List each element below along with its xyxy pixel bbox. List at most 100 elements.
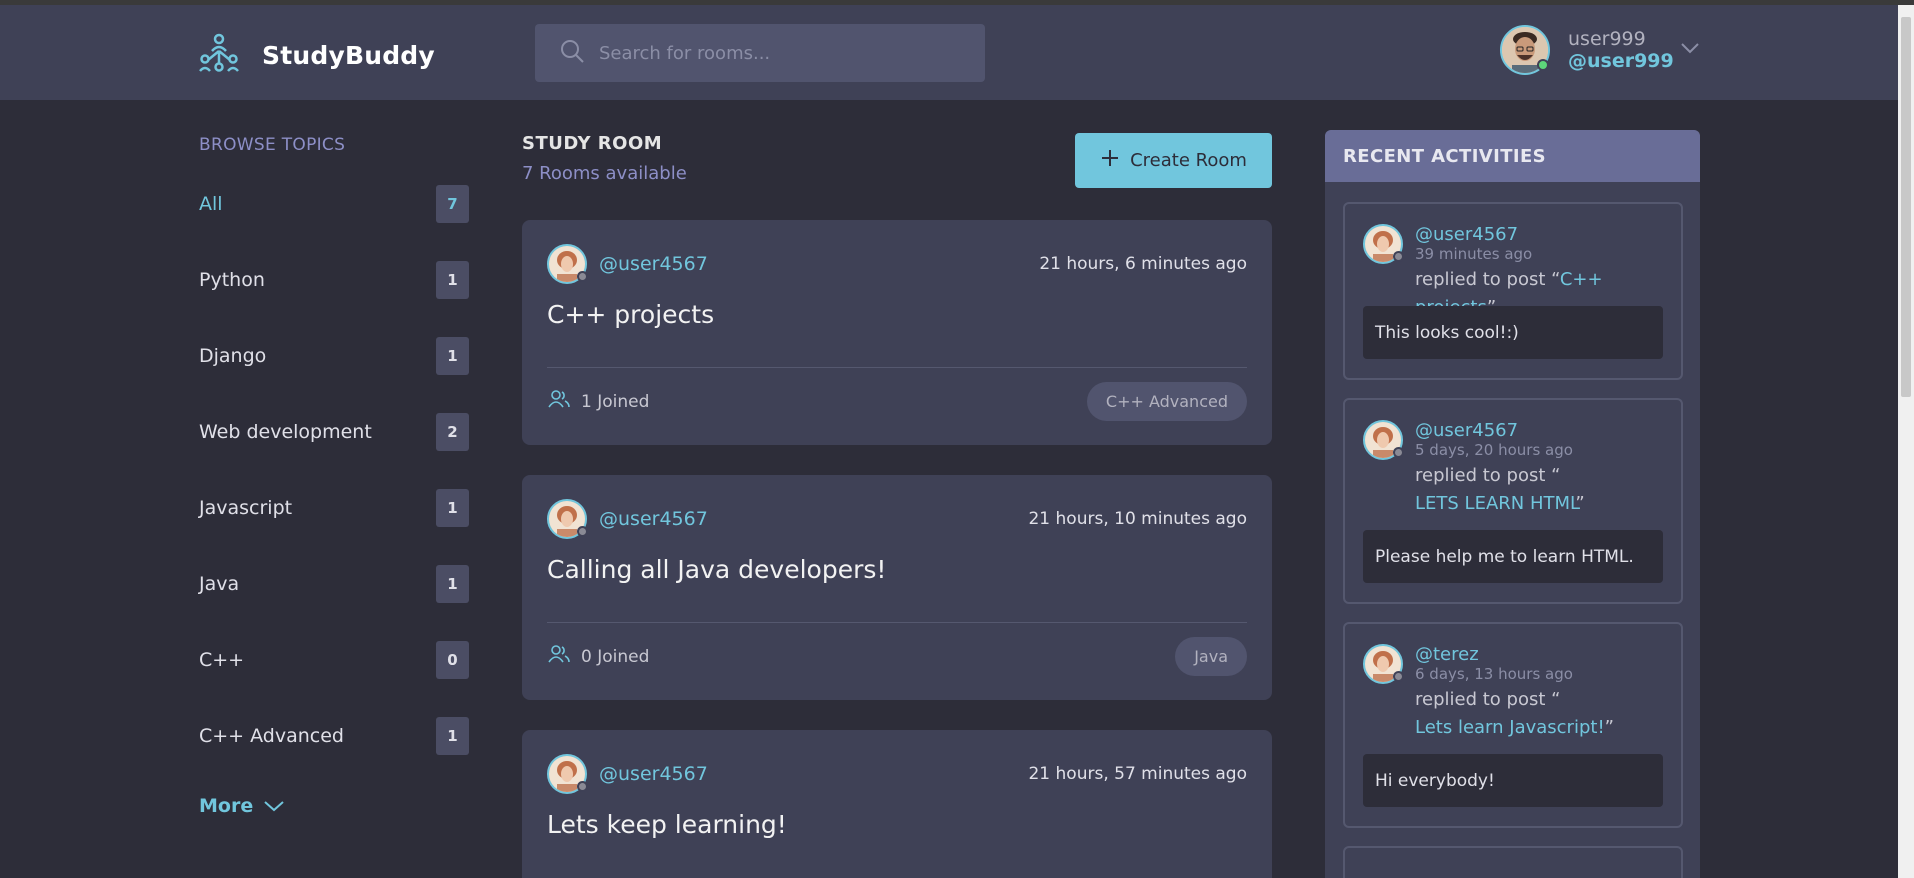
avatar[interactable]	[547, 244, 588, 284]
status-dot	[1393, 447, 1404, 458]
room-title[interactable]: Lets keep learning!	[547, 810, 787, 839]
room-author[interactable]: @user4567	[599, 253, 708, 275]
recent-activities-panel: RECENT ACTIVITIES @user4567 39 minutes a…	[1325, 130, 1700, 878]
topic-label: Django	[199, 345, 267, 367]
search-input[interactable]: Search for rooms...	[535, 24, 985, 82]
online-status-dot	[1537, 59, 1549, 71]
logo[interactable]: StudyBuddy	[198, 33, 435, 77]
room-card[interactable]: @user4567 21 hours, 57 minutes ago Lets …	[522, 730, 1272, 878]
joined-count: 1 Joined	[581, 391, 650, 412]
activity-item	[1343, 846, 1683, 878]
divider	[547, 367, 1247, 368]
divider	[547, 622, 1247, 623]
search-placeholder: Search for rooms...	[599, 42, 771, 64]
people-network-icon	[198, 33, 240, 77]
topic-count: 1	[436, 261, 469, 299]
rooms-count: 7 Rooms available	[522, 163, 687, 184]
activity-post-link[interactable]: LETS LEARN HTML	[1415, 493, 1575, 514]
user-handle: @user999	[1568, 50, 1674, 72]
plus-icon	[1100, 148, 1120, 173]
room-author[interactable]: @user4567	[599, 763, 708, 785]
topic-item-web-development[interactable]: Web development 2	[199, 413, 469, 451]
status-dot	[577, 781, 588, 792]
status-dot	[1393, 251, 1404, 262]
avatar[interactable]	[1363, 224, 1404, 264]
room-title[interactable]: Calling all Java developers!	[547, 555, 886, 584]
topic-count: 1	[436, 337, 469, 375]
activity-action: replied to post “	[1415, 465, 1561, 486]
activity-author[interactable]: @user4567	[1415, 224, 1681, 245]
user-menu[interactable]: user999 @user999	[1500, 25, 1674, 75]
topic-label: Javascript	[199, 497, 293, 519]
users-icon	[547, 644, 571, 669]
activity-action: replied to post “	[1415, 269, 1560, 290]
topic-count: 1	[436, 489, 469, 527]
topic-tag[interactable]: Java	[1175, 637, 1247, 676]
activity-time: 6 days, 13 hours ago	[1415, 665, 1573, 683]
topic-tag[interactable]: C++ Advanced	[1086, 382, 1247, 421]
avatar[interactable]	[547, 754, 588, 794]
topic-item-python[interactable]: Python 1	[199, 261, 469, 299]
topic-count: 7	[436, 185, 469, 223]
room-time: 21 hours, 57 minutes ago	[1028, 764, 1247, 784]
topic-item-java[interactable]: Java 1	[199, 565, 469, 603]
topic-label: Web development	[199, 421, 372, 443]
activity-time: 39 minutes ago	[1415, 245, 1533, 263]
users-icon	[547, 389, 571, 414]
topic-item-django[interactable]: Django 1	[199, 337, 469, 375]
user-name: user999	[1568, 28, 1646, 50]
room-card[interactable]: @user4567 21 hours, 6 minutes ago C++ pr…	[522, 220, 1272, 445]
topic-item-cpp-advanced[interactable]: C++ Advanced 1	[199, 717, 469, 755]
topic-label: C++	[199, 649, 245, 671]
top-navbar: StudyBuddy Search for rooms... user999 @…	[0, 5, 1898, 100]
topic-label: Python	[199, 269, 265, 291]
activity-message: Hi everybody!	[1363, 754, 1663, 807]
activity-action: replied to post “	[1415, 689, 1561, 710]
chevron-down-icon[interactable]	[1680, 39, 1700, 58]
browse-topics-title: BROWSE TOPICS	[199, 135, 346, 155]
topic-count: 1	[436, 717, 469, 755]
create-room-button[interactable]: Create Room	[1075, 133, 1272, 188]
activity-author[interactable]: @user4567	[1415, 420, 1665, 441]
avatar[interactable]	[1363, 644, 1404, 684]
room-title[interactable]: C++ projects	[547, 300, 714, 329]
logo-text: StudyBuddy	[262, 40, 435, 70]
activity-item: @user4567 5 days, 20 hours ago replied t…	[1343, 398, 1683, 604]
activity-text: replied to post “ Lets learn Javascript!”	[1415, 686, 1665, 742]
topic-label: All	[199, 193, 223, 215]
topic-label: Java	[199, 573, 240, 595]
activity-author[interactable]: @terez	[1415, 644, 1665, 665]
activity-time: 5 days, 20 hours ago	[1415, 441, 1573, 459]
topic-label: C++ Advanced	[199, 725, 344, 747]
activity-quote-close: ”	[1575, 493, 1585, 514]
scrollbar-thumb[interactable]	[1901, 17, 1911, 397]
activity-text: replied to post “ LETS LEARN HTML”	[1415, 462, 1665, 518]
more-label: More	[199, 795, 254, 817]
topic-item-javascript[interactable]: Javascript 1	[199, 489, 469, 527]
page-title: STUDY ROOM	[522, 133, 663, 154]
status-dot	[577, 271, 588, 282]
topic-item-all[interactable]: All 7	[199, 185, 469, 223]
topic-item-cpp[interactable]: C++ 0	[199, 641, 469, 679]
room-time: 21 hours, 6 minutes ago	[1039, 254, 1247, 274]
status-dot	[1393, 671, 1404, 682]
activity-post-link[interactable]: Lets learn Javascript!	[1415, 717, 1605, 738]
topic-count: 0	[436, 641, 469, 679]
avatar[interactable]	[1363, 420, 1404, 460]
joined-count: 0 Joined	[581, 646, 650, 667]
avatar[interactable]	[547, 499, 588, 539]
activity-message: Please help me to learn HTML.	[1363, 530, 1663, 583]
activity-item: @terez 6 days, 13 hours ago replied to p…	[1343, 622, 1683, 828]
topic-count: 2	[436, 413, 469, 451]
search-icon	[559, 38, 585, 68]
scrollbar[interactable]	[1898, 5, 1914, 878]
recent-activities-title: RECENT ACTIVITIES	[1325, 130, 1700, 182]
activity-quote-close: ”	[1604, 717, 1614, 738]
more-topics-link[interactable]: More	[199, 795, 285, 817]
room-author[interactable]: @user4567	[599, 508, 708, 530]
topic-count: 1	[436, 565, 469, 603]
activity-message: This looks cool!:)	[1363, 306, 1663, 359]
room-card[interactable]: @user4567 21 hours, 10 minutes ago Calli…	[522, 475, 1272, 700]
room-time: 21 hours, 10 minutes ago	[1028, 509, 1247, 529]
avatar[interactable]	[1500, 25, 1550, 75]
